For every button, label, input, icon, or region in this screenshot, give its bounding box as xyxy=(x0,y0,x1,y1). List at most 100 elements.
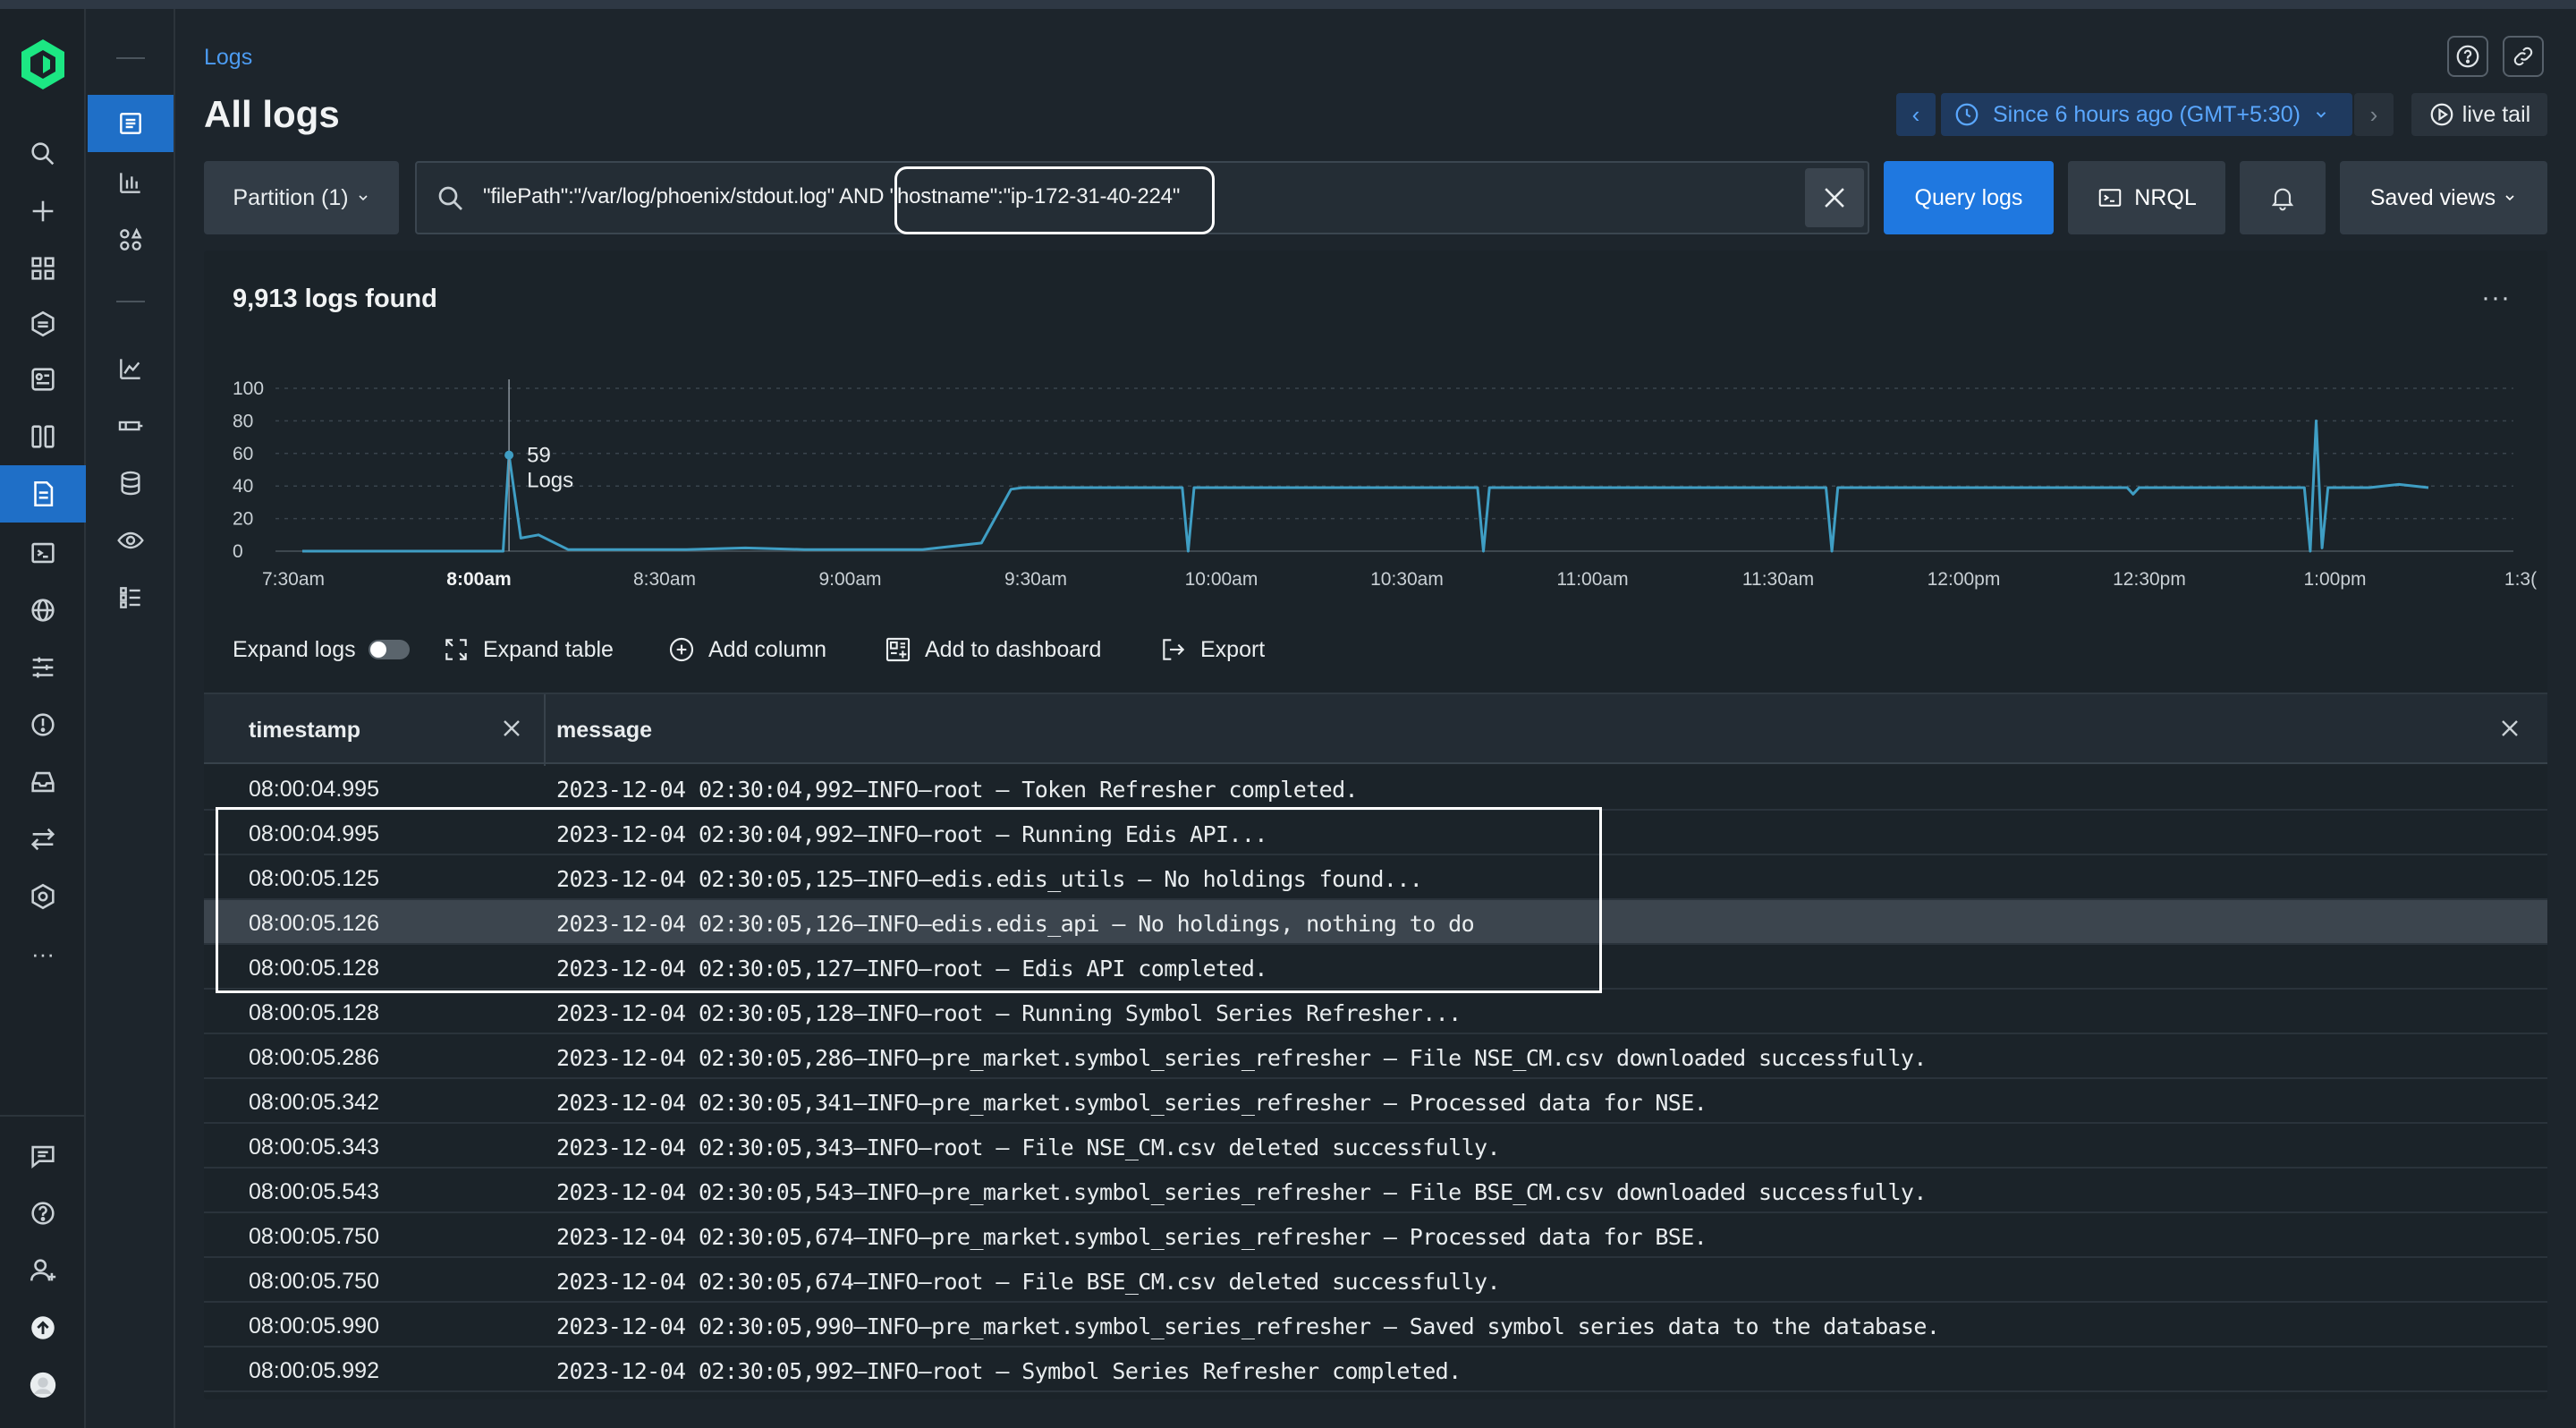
live-tail-button[interactable]: live tail xyxy=(2411,93,2547,136)
apps-grid-icon[interactable] xyxy=(25,251,61,286)
clear-query-button[interactable] xyxy=(1805,168,1864,227)
alerts-icon[interactable] xyxy=(25,707,61,743)
table-row[interactable]: 08:00:05.342 2023-12-04 02:30:05,341—INFO… xyxy=(204,1079,2547,1124)
export-label: Export xyxy=(1200,636,1266,662)
table-row[interactable]: 08:00:05.128 2023-12-04 02:30:05,128—INFO… xyxy=(204,990,2547,1034)
time-prev-button[interactable]: ‹ xyxy=(1896,93,1936,136)
expand-logs-label: Expand logs xyxy=(233,636,356,662)
column-header-message[interactable]: message xyxy=(556,718,652,744)
table-row[interactable]: 08:00:05.125 2023-12-04 02:30:05,125—INFO… xyxy=(204,855,2547,900)
timestamp-cell: 08:00:05.990 xyxy=(249,1313,379,1339)
add-to-dashboard-button[interactable]: Add to dashboard xyxy=(884,632,1101,667)
table-row[interactable]: 08:00:05.992 2023-12-04 02:30:05,992—INFO… xyxy=(204,1347,2547,1392)
browser-icon[interactable] xyxy=(25,361,61,397)
log-volume-chart[interactable]: 100 80 60 40 20 0 7:30am 8:00am 8:30am 9:00am 9:30… xyxy=(204,349,2547,599)
pipeline-icon[interactable] xyxy=(111,406,150,446)
remove-timestamp-column-icon[interactable] xyxy=(497,714,526,743)
table-row[interactable]: 08:00:05.126 2023-12-04 02:30:05,126—INFO… xyxy=(204,900,2547,945)
timestamp-cell: 08:00:05.128 xyxy=(249,1000,379,1025)
table-row[interactable]: 08:00:04.995 2023-12-04 02:30:04,992—INFO… xyxy=(204,811,2547,855)
play-circle-icon xyxy=(2430,103,2453,126)
table-row[interactable]: 08:00:05.543 2023-12-04 02:30:05,543—INFO… xyxy=(204,1169,2547,1213)
breadcrumb[interactable]: Logs xyxy=(204,45,252,71)
column-header-timestamp[interactable]: timestamp xyxy=(249,718,360,744)
parsing-rules-icon[interactable] xyxy=(111,578,150,617)
search-icon[interactable] xyxy=(25,136,61,172)
expand-logs-toggle[interactable]: Expand logs xyxy=(233,632,410,667)
timestamp-cell: 08:00:05.286 xyxy=(249,1045,379,1070)
new-relic-logo-icon[interactable] xyxy=(20,38,66,91)
database-icon[interactable] xyxy=(111,463,150,503)
x-tick-label: 9:30am xyxy=(1004,569,1067,590)
shapes-icon[interactable] xyxy=(111,220,150,259)
saved-views-dropdown[interactable]: Saved views xyxy=(2340,161,2547,234)
patterns-chart-icon[interactable] xyxy=(111,349,150,388)
log-list-icon[interactable] xyxy=(111,104,150,143)
table-row[interactable]: 08:00:05.750 2023-12-04 02:30:05,674—INFO… xyxy=(204,1258,2547,1303)
time-picker[interactable]: Since 6 hours ago (GMT+5:30) xyxy=(1941,93,2352,136)
table-row[interactable]: 08:00:05.343 2023-12-04 02:30:05,343—INFO… xyxy=(204,1124,2547,1169)
expand-icon xyxy=(445,639,467,660)
timestamp-cell: 08:00:04.995 xyxy=(249,821,379,846)
search-icon xyxy=(438,186,462,210)
message-cell: 2023-12-04 02:30:05,992—INFO—root — Symb… xyxy=(556,1358,1462,1384)
table-row[interactable]: 08:00:04.995 2023-12-04 02:30:04,992—INFO… xyxy=(204,766,2547,811)
message-cell: 2023-12-04 02:30:05,543—INFO—pre_market.… xyxy=(556,1179,1927,1205)
dashboards-icon[interactable] xyxy=(25,419,61,455)
copy-link-button[interactable] xyxy=(2503,36,2544,77)
add-icon[interactable] xyxy=(25,193,61,229)
more-label: ··· xyxy=(31,939,55,967)
inbox-icon[interactable] xyxy=(25,764,61,800)
add-column-label: Add column xyxy=(708,636,827,662)
message-cell: 2023-12-04 02:30:04,992—INFO—root — Runn… xyxy=(556,821,1267,847)
avatar[interactable] xyxy=(25,1367,61,1403)
more-icon[interactable]: ··· xyxy=(25,936,61,972)
help-icon[interactable] xyxy=(25,1195,61,1231)
hexagon-icon[interactable] xyxy=(25,879,61,914)
close-icon xyxy=(1825,188,1844,208)
nrql-button[interactable]: NRQL xyxy=(2068,161,2225,234)
chart-more-menu[interactable]: ··· xyxy=(2481,283,2511,313)
feedback-icon[interactable] xyxy=(25,1138,61,1174)
toggle-switch[interactable] xyxy=(368,640,410,659)
terminal-icon xyxy=(2099,189,2122,207)
timestamp-cell: 08:00:04.995 xyxy=(249,777,379,802)
globe-icon[interactable] xyxy=(25,592,61,628)
query-input[interactable]: "filePath":"/var/log/phoenix/stdout.log"… xyxy=(415,161,1869,234)
upgrade-icon[interactable] xyxy=(25,1310,61,1346)
table-row[interactable]: 08:00:05.990 2023-12-04 02:30:05,990—INFO… xyxy=(204,1303,2547,1347)
message-cell: 2023-12-04 02:30:05,990—INFO—pre_market.… xyxy=(556,1313,1940,1339)
logs-subnav xyxy=(86,9,175,1428)
expand-table-button[interactable]: Expand table xyxy=(442,632,614,667)
remove-message-column-icon[interactable] xyxy=(2496,714,2524,743)
time-range-label: Since 6 hours ago (GMT+5:30) xyxy=(1993,101,2301,127)
message-cell: 2023-12-04 02:30:04,992—INFO—root — Toke… xyxy=(556,777,1359,803)
logs-icon[interactable] xyxy=(25,476,61,512)
timestamp-cell: 08:00:05.543 xyxy=(249,1179,379,1204)
x-tick-label: 1:00pm xyxy=(2303,569,2366,590)
add-column-button[interactable]: Add column xyxy=(667,632,826,667)
settings-sliders-icon[interactable] xyxy=(25,650,61,685)
timestamp-cell: 08:00:05.342 xyxy=(249,1090,379,1115)
obfuscation-eye-icon[interactable] xyxy=(111,521,150,560)
table-row[interactable]: 08:00:05.286 2023-12-04 02:30:05,286—INFO… xyxy=(204,1034,2547,1079)
add-user-icon[interactable] xyxy=(25,1253,61,1288)
timestamp-cell: 08:00:05.128 xyxy=(249,956,379,981)
bar-chart-icon[interactable] xyxy=(111,163,150,202)
table-row[interactable]: 08:00:05.128 2023-12-04 02:30:05,127—INFO… xyxy=(204,945,2547,990)
subnav-divider-2 xyxy=(116,301,145,302)
create-alert-button[interactable] xyxy=(2240,161,2326,234)
query-logs-button[interactable]: Query logs xyxy=(1884,161,2054,234)
table-row[interactable]: 08:00:05.750 2023-12-04 02:30:05,674—INFO… xyxy=(204,1213,2547,1258)
hover-point[interactable] xyxy=(504,450,514,460)
export-button[interactable]: Export xyxy=(1159,632,1265,667)
help-button[interactable] xyxy=(2447,36,2488,77)
time-next-button[interactable]: › xyxy=(2354,93,2394,136)
top-strip xyxy=(0,0,2576,9)
terminal-icon[interactable] xyxy=(25,535,61,571)
saved-views-label: Saved views xyxy=(2369,184,2496,210)
apm-icon[interactable] xyxy=(25,306,61,342)
partition-dropdown[interactable]: Partition (1) xyxy=(204,161,399,234)
transfer-icon[interactable] xyxy=(25,821,61,857)
column-divider[interactable] xyxy=(544,694,546,766)
